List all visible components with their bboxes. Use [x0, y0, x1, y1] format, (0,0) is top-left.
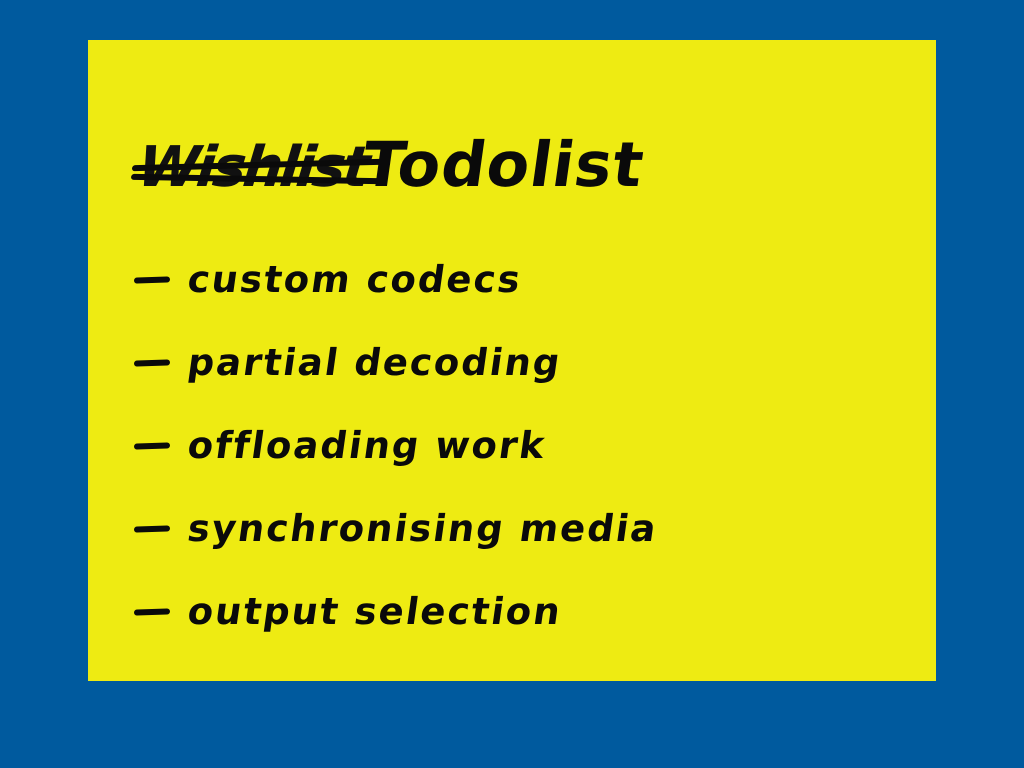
dash-bullet — [133, 524, 171, 533]
list-item-text: partial decoding — [184, 341, 565, 384]
title-text: Todolist — [357, 128, 649, 201]
list-item: output selection — [133, 570, 658, 653]
list-item-text: offloading work — [184, 424, 550, 467]
list-item: offloading work — [133, 404, 658, 487]
list-item: custom codecs — [133, 238, 658, 321]
list-item: partial decoding — [133, 321, 658, 404]
dash-bullet — [133, 358, 171, 367]
dash-bullet — [133, 607, 171, 616]
list-item-text: synchronising media — [184, 507, 661, 550]
slide-title: Wishlist Todolist — [130, 112, 649, 201]
dash-bullet — [133, 441, 171, 450]
list-item-text: custom codecs — [184, 258, 525, 301]
todo-list: custom codecs partial decoding offloadin… — [133, 238, 661, 653]
dash-bullet — [133, 275, 171, 284]
struck-title-word: Wishlist — [130, 135, 382, 200]
list-item: synchronising media — [133, 487, 661, 570]
sticky-note: Wishlist Todolist custom codecs partial … — [88, 40, 936, 681]
list-item-text: output selection — [184, 590, 565, 633]
